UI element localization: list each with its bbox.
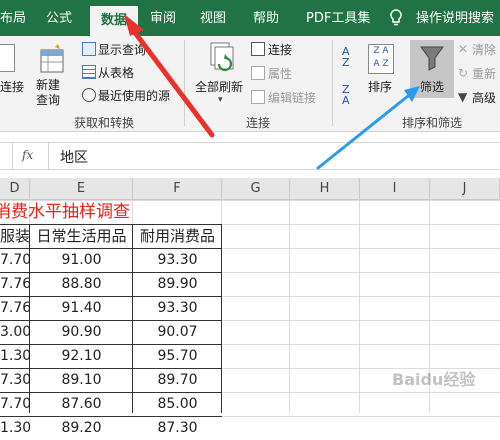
formula-gap: [0, 132, 500, 142]
table-cell[interactable]: 89.20: [30, 416, 133, 440]
table-cell[interactable]: 95.70: [133, 344, 222, 368]
partial-connect-label[interactable]: 连接: [0, 78, 24, 95]
formula-input[interactable]: 地区: [60, 147, 88, 167]
name-box[interactable]: [0, 143, 13, 169]
group-label-sort-filter: 排序和筛选: [402, 116, 463, 130]
chevron-down-icon[interactable]: ▾: [218, 95, 223, 105]
properties-icon: [251, 66, 265, 80]
table-icon: [82, 65, 96, 79]
tell-me-search[interactable]: 操作说明搜索: [416, 0, 494, 36]
tab-5[interactable]: 帮助: [253, 0, 279, 36]
formula-divider: [48, 143, 49, 169]
tab-6[interactable]: PDF工具集: [306, 0, 370, 36]
edit-links-button[interactable]: 编辑链接: [268, 89, 316, 106]
table-cell[interactable]: 7.70: [0, 248, 30, 272]
sheet-title[interactable]: 消费水平抽样调查: [0, 200, 222, 224]
clear-filter-icon: ✕: [458, 42, 469, 56]
table-cell[interactable]: 7.76: [0, 272, 30, 296]
column-header-H[interactable]: H: [290, 178, 360, 200]
connections-icon: [251, 42, 265, 56]
ribbon-data: 连接 新建 查询 显示查询 从表格 最近使用的源 获取和转换 全部刷新 ▾ 连接…: [0, 36, 500, 132]
tab-4[interactable]: 视图: [200, 0, 226, 36]
group-label-get-transform: 获取和转换: [74, 116, 135, 130]
refresh-all-icon: [205, 40, 239, 77]
column-header-F[interactable]: F: [133, 178, 222, 200]
column-header-I[interactable]: I: [360, 178, 430, 200]
funnel-icon: [418, 44, 446, 75]
clock-icon: [82, 88, 96, 102]
show-query-icon: [82, 42, 96, 56]
group-separator: [332, 40, 333, 126]
advanced-button[interactable]: 高级: [472, 89, 496, 106]
get-data-icon: [0, 44, 15, 72]
column-header-G[interactable]: G: [222, 178, 290, 200]
table-cell[interactable]: 89.90: [133, 272, 222, 296]
lightbulb-icon: [388, 9, 404, 30]
reapply-icon: ↻: [458, 66, 469, 80]
group-label-connections: 连接: [246, 116, 271, 130]
table-header-cell[interactable]: 服装: [0, 224, 30, 248]
ribbon-tab-bar: 布局 公式 数据 审阅 视图 帮助 PDF工具集 操作说明搜索: [0, 0, 500, 36]
new-query-icon: [38, 42, 68, 79]
properties-button[interactable]: 属性: [268, 65, 292, 82]
table-header-cell[interactable]: 耐用消费品: [133, 224, 222, 248]
advanced-filter-icon: ▼: [458, 90, 468, 104]
grid-line: [289, 200, 290, 413]
table-cell[interactable]: 89.10: [30, 368, 133, 392]
table-header-cell[interactable]: 日常生活用品: [30, 224, 133, 248]
table-cell[interactable]: 85.00: [133, 392, 222, 416]
table-cell[interactable]: 88.80: [30, 272, 133, 296]
edit-links-icon: [251, 90, 265, 104]
table-cell[interactable]: 93.30: [133, 296, 222, 320]
table-cell[interactable]: 1.30: [0, 344, 30, 368]
table-cell[interactable]: 87.30: [133, 416, 222, 440]
grid-line: [359, 200, 360, 413]
table-cell[interactable]: 7.76: [0, 296, 30, 320]
new-query-button[interactable]: 新建 查询: [36, 78, 60, 108]
tab-1[interactable]: 公式: [46, 0, 72, 36]
fx-icon[interactable]: fx: [22, 148, 33, 162]
table-cell[interactable]: 7.30: [0, 368, 30, 392]
group-separator: [184, 40, 185, 126]
table-cell[interactable]: 90.90: [30, 320, 133, 344]
table-cell[interactable]: 89.70: [133, 368, 222, 392]
refresh-all-button[interactable]: 全部刷新: [195, 78, 243, 95]
table-cell[interactable]: 87.60: [30, 392, 133, 416]
table-cell[interactable]: 91.00: [30, 248, 133, 272]
clear-button[interactable]: 清除: [472, 41, 496, 58]
sort-za-icon: ZA: [342, 83, 350, 107]
tab-3[interactable]: 审阅: [150, 0, 176, 36]
table-cell[interactable]: 92.10: [30, 344, 133, 368]
column-header-J[interactable]: J: [430, 178, 500, 200]
connections-button[interactable]: 连接: [268, 41, 292, 58]
tab-2[interactable]: 数据: [90, 6, 138, 36]
table-cell[interactable]: 90.07: [133, 320, 222, 344]
column-header-D[interactable]: D: [0, 178, 30, 200]
tab-0[interactable]: 布局: [0, 0, 26, 36]
column-header-E[interactable]: E: [30, 178, 133, 200]
table-cell[interactable]: 1.30: [0, 416, 30, 440]
sort-az-icon: AZ: [342, 45, 350, 69]
table-cell[interactable]: 93.30: [133, 248, 222, 272]
reapply-button[interactable]: 重新: [472, 65, 496, 82]
show-query-button[interactable]: 显示查询: [98, 41, 146, 58]
sort-icon: Z AA Z: [368, 44, 394, 74]
sort-button[interactable]: 排序: [368, 78, 392, 95]
table-cell[interactable]: 3.00: [0, 320, 30, 344]
formula-bar: fx 地区: [0, 142, 500, 170]
from-table-button[interactable]: 从表格: [98, 64, 134, 81]
filter-label: 筛选: [420, 80, 445, 94]
table-cell[interactable]: 91.40: [30, 296, 133, 320]
recent-sources-button[interactable]: 最近使用的源: [98, 87, 170, 104]
table-cell[interactable]: 7.70: [0, 392, 30, 416]
watermark: Baidu经验: [392, 370, 476, 389]
